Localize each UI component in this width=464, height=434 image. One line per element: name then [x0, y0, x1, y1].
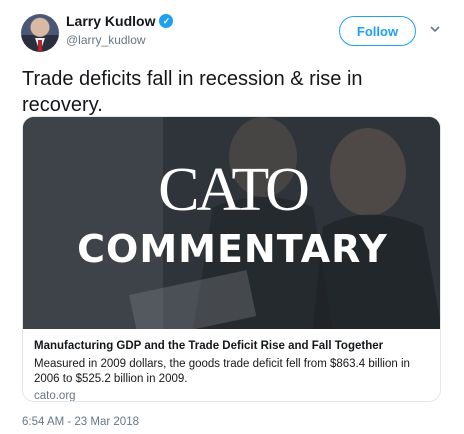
chevron-down-icon[interactable] [428, 22, 442, 36]
card-domain[interactable]: cato.org [34, 389, 431, 401]
user-handle[interactable]: @larry_kudlow [66, 33, 146, 47]
card-body[interactable]: Manufacturing GDP and the Trade Deficit … [23, 329, 440, 401]
follow-button[interactable]: Follow [339, 16, 416, 46]
tweet-text: Trade deficits fall in recession & rise … [22, 68, 363, 116]
link-card[interactable]: CATO COMMENTARY Manufacturing GDP and th… [22, 116, 441, 402]
avatar-tie [38, 40, 42, 52]
name-row: Larry Kudlow ✓ [66, 13, 174, 29]
verified-badge-icon: ✓ [159, 14, 174, 28]
avatar[interactable] [21, 14, 59, 52]
card-description: Measured in 2009 dollars, the goods trad… [34, 358, 410, 385]
commentary-label: COMMENTARY [77, 227, 388, 271]
card-title[interactable]: Manufacturing GDP and the Trade Deficit … [34, 339, 431, 354]
tweet-header: Larry Kudlow ✓ @larry_kudlow Follow [0, 0, 464, 60]
card-image[interactable]: CATO COMMENTARY [23, 117, 440, 329]
display-name[interactable]: Larry Kudlow [66, 13, 155, 29]
tweet-timestamp[interactable]: 6:54 AM - 23 Mar 2018 [22, 416, 139, 428]
cato-logo: CATO [158, 156, 310, 224]
